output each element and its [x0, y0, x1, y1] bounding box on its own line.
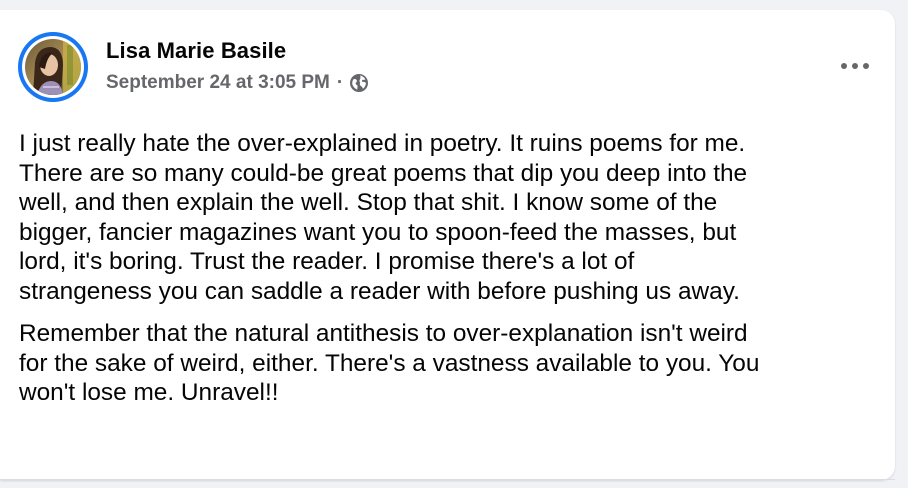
post-timestamp[interactable]: September 24 at 3:05 PM	[106, 72, 330, 94]
post-message: I just really hate the over-explained in…	[19, 129, 879, 421]
more-horizontal-icon	[841, 63, 869, 69]
post-paragraph-2: Remember that the natural antithesis to …	[19, 320, 760, 406]
avatar-frame	[22, 36, 84, 98]
card-divider	[0, 479, 895, 480]
post-paragraph-1: I just really hate the over-explained in…	[19, 130, 748, 305]
author-name[interactable]: Lisa Marie Basile	[106, 38, 286, 64]
globe-icon[interactable]	[349, 73, 369, 93]
post-meta: September 24 at 3:05 PM ·	[106, 72, 369, 94]
meta-separator: ·	[336, 72, 344, 93]
post-card: Lisa Marie Basile September 24 at 3:05 P…	[0, 10, 895, 480]
avatar-story-ring[interactable]	[18, 32, 88, 102]
avatar	[25, 39, 81, 95]
more-options-button[interactable]	[835, 46, 875, 86]
post-header: Lisa Marie Basile September 24 at 3:05 P…	[18, 32, 875, 102]
